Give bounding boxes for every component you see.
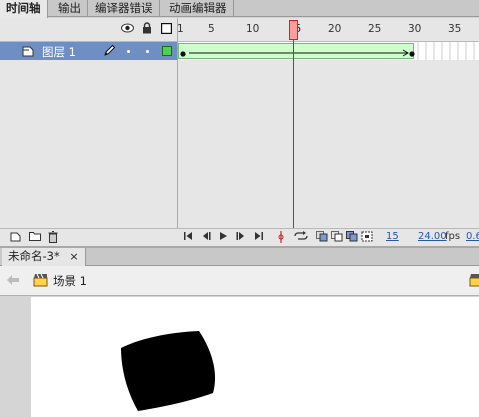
layer-color-box[interactable] [162,46,172,56]
playhead-line [293,30,294,246]
panel-tab-bar: 时间轴 输出 编译器错误 动画编辑器 [0,0,479,18]
timeline-toolbar: 15 24.00 fps 0.6 [0,228,479,246]
play-icon[interactable] [218,231,230,243]
layer-list-area [0,60,177,228]
outline-icon[interactable] [161,23,172,34]
layer-row[interactable]: 图层 1 [0,42,177,60]
ruler-label: 20 [328,23,342,35]
layer-icon [22,45,34,57]
current-frame-field[interactable]: 15 [386,231,399,242]
playhead[interactable] [289,20,298,40]
black-shape [121,331,216,411]
eye-icon[interactable] [121,23,134,33]
ruler-label: 30 [408,23,422,35]
tab-compiler-errors[interactable]: 编译器错误 [89,0,160,17]
ruler-label: 5 [208,23,215,35]
lock-dot[interactable] [146,50,149,53]
center-frame-icon[interactable] [277,231,289,243]
new-layer-icon[interactable] [10,231,22,243]
ruler-label: 10 [246,23,260,35]
back-arrow-icon[interactable] [6,274,20,286]
edit-bar: 场景 1 [0,266,479,296]
stage[interactable] [31,297,479,417]
tab-motion-editor[interactable]: 动画编辑器 [163,0,234,17]
elapsed-time-field[interactable]: 0.6 [466,231,479,242]
ruler-label: 1 [177,23,184,35]
tab-timeline[interactable]: 时间轴 [0,0,48,18]
frame-ruler[interactable]: 1 5 10 15 20 25 30 35 [177,18,479,42]
scene-clapper-icon [33,273,48,287]
close-icon[interactable]: × [69,250,78,263]
scene-name[interactable]: 场景 1 [53,273,87,289]
onion-skin-outlines-icon[interactable] [331,231,343,243]
layer-name[interactable]: 图层 1 [42,44,76,60]
lock-icon[interactable] [142,22,152,34]
trash-icon[interactable] [48,231,60,243]
go-to-first-frame-icon[interactable] [183,231,195,243]
modify-markers-icon[interactable] [361,231,373,243]
document-tab[interactable]: 未命名-3* × [2,248,86,266]
timeline-divider[interactable] [177,18,178,246]
ruler-label: 25 [368,23,382,35]
step-forward-icon[interactable] [235,231,247,243]
document-tab-bar: 未命名-3* × [0,248,479,266]
tab-output[interactable]: 输出 [52,0,88,17]
layer-header [0,18,177,42]
edit-scene-icon[interactable] [469,273,479,287]
visibility-dot[interactable] [127,50,130,53]
pencil-icon [103,44,116,57]
loop-icon[interactable] [293,231,309,243]
stage-canvas [121,331,216,411]
frames-area [177,60,479,228]
onion-skin-icon[interactable] [316,231,328,243]
fps-field[interactable]: 24.00 [418,231,447,242]
document-tab-title: 未命名-3* [8,249,60,263]
ruler-label: 35 [448,23,462,35]
fps-unit: fps [445,231,461,242]
step-back-icon[interactable] [201,231,213,243]
go-to-last-frame-icon[interactable] [253,231,265,243]
edit-multiple-frames-icon[interactable] [346,231,358,243]
frame-span[interactable] [178,43,415,59]
new-folder-icon[interactable] [29,231,41,243]
